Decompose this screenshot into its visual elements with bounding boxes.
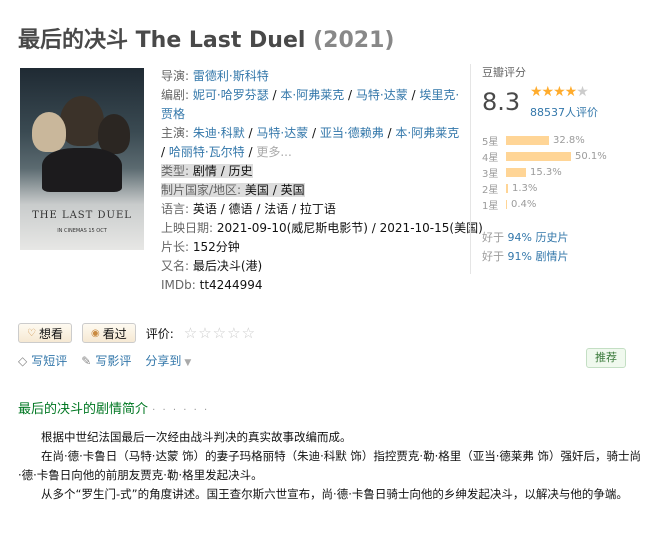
- genre-value: 剧情 / 历史: [192, 164, 253, 178]
- runtime-label: 片长:: [161, 240, 190, 254]
- country-row: 制片国家/地区: 美国 / 英国: [161, 181, 461, 200]
- rating-bar-pct: 50.1%: [575, 150, 607, 162]
- director-label: 导演:: [161, 69, 190, 83]
- rating-bar-star: 5星: [482, 136, 499, 148]
- imdb-row: IMDb: tt4244994: [161, 276, 461, 295]
- cast-link[interactable]: 本·阿弗莱克: [395, 126, 459, 140]
- rating-bar-pct: 0.4%: [511, 198, 537, 210]
- rating-score: 8.3: [482, 88, 521, 116]
- title-year: (2021): [313, 28, 395, 53]
- star-icon: ★★★★: [530, 84, 577, 100]
- rating-bar-star: 1星: [482, 200, 499, 212]
- language-value: 英语 / 德语 / 法语 / 拉丁语: [192, 202, 336, 216]
- rating-distribution: 5星 32.8% 4星 50.1% 3星 15.3% 2星 1.3% 1星 0.4%: [482, 132, 607, 212]
- cast-link[interactable]: 马特·达蒙: [256, 126, 308, 140]
- cast-label: 主演:: [161, 126, 190, 140]
- genre-label: 类型:: [161, 164, 190, 178]
- aka-row: 又名: 最后决斗(港): [161, 257, 461, 276]
- writer-link[interactable]: 本·阿弗莱克: [280, 88, 344, 102]
- rating-count-link[interactable]: 88537人评价: [530, 104, 598, 120]
- writer-link[interactable]: 妮可·哈罗芬瑟: [193, 88, 269, 102]
- your-rating-label: 评价:: [145, 326, 174, 341]
- rating-bar-star: 2星: [482, 184, 499, 196]
- writer-link[interactable]: 马特·达蒙: [356, 88, 408, 102]
- rating-panel: 豆瓣评分 8.3 ★★★★★ 88537人评价 5星 32.8% 4星 50.1% 3星…: [482, 64, 642, 263]
- synopsis-text: 根据中世纪法国最后一次经由战斗判决的真实故事改编而成。 在尚·德·卡鲁日（马特·…: [18, 428, 644, 504]
- poster-date: IN CINEMAS 15 OCT: [57, 228, 107, 234]
- movie-info: 导演: 雷德利·斯科特 编剧: 妮可·哈罗芬瑟 / 本·阿弗莱克 / 马特·达蒙…: [161, 67, 483, 295]
- rating-bar-row: 3星 15.3%: [482, 164, 607, 180]
- rating-bar-row: 5星 32.8%: [482, 132, 607, 148]
- director-link[interactable]: 雷德利·斯科特: [193, 69, 269, 83]
- poster-title: THE LAST DUEL: [32, 210, 132, 221]
- cast-row: 主演: 朱迪·科默 / 马特·达蒙 / 亚当·德赖弗 / 本·阿弗莱克 / 哈丽…: [161, 126, 460, 159]
- comment-icon: ◇: [18, 354, 28, 368]
- writer-row: 编剧: 妮可·哈罗芬瑟 / 本·阿弗莱克 / 马特·达蒙 / 埃里克·贾格: [161, 88, 460, 121]
- release-row: 上映日期: 2021-09-10(威尼斯电影节) / 2021-10-15(美国…: [161, 219, 483, 238]
- rating-bar: [506, 151, 571, 161]
- tool-links: ◇ 写短评 ✎ 写影评 分享到 ▼: [18, 352, 191, 369]
- release-label: 上映日期:: [161, 221, 214, 235]
- rating-bar-row: 1星 0.4%: [482, 196, 607, 212]
- aka-label: 又名:: [161, 259, 190, 273]
- genre-row: 类型: 剧情 / 历史: [161, 162, 461, 181]
- rating-bar-pct: 1.3%: [512, 182, 538, 194]
- runtime-row: 片长: 152分钟: [161, 238, 461, 257]
- rating-bar: [506, 135, 549, 145]
- synopsis-heading: 最后的决斗的剧情简介 · · · · · ·: [18, 402, 210, 417]
- rating-bar-star: 3星: [482, 168, 499, 180]
- better-than: 好于 94% 历史片 好于 91% 剧情片: [482, 228, 568, 266]
- runtime-value: 152分钟: [192, 240, 240, 254]
- cast-more-link[interactable]: 更多...: [256, 145, 291, 159]
- pencil-icon: ✎: [81, 354, 92, 368]
- better-than-row: 好于 91% 剧情片: [482, 250, 569, 263]
- heart-icon: ♡: [27, 327, 36, 339]
- rating-bar: [506, 167, 526, 177]
- rating-bar: [506, 199, 507, 209]
- rating-stars: ★★★★★: [530, 84, 589, 100]
- synopsis-paragraph: 在尚·德·卡鲁日（马特·达蒙 饰）的妻子玛格丽特（朱迪·科默 饰）指控贾克·勒·…: [18, 449, 642, 482]
- cast-link[interactable]: 朱迪·科默: [193, 126, 245, 140]
- write-short-review-link[interactable]: ◇ 写短评: [18, 352, 67, 369]
- language-row: 语言: 英语 / 德语 / 法语 / 拉丁语: [161, 200, 461, 219]
- better-than-row: 好于 94% 历史片: [482, 231, 569, 244]
- country-value: 美国 / 英国: [244, 183, 305, 197]
- writer-label: 编剧:: [161, 88, 190, 102]
- rating-label: 豆瓣评分: [482, 66, 526, 79]
- aka-value: 最后决斗(港): [192, 259, 263, 273]
- better-than-link[interactable]: 94% 历史片: [508, 231, 569, 244]
- country-label: 制片国家/地区:: [161, 183, 242, 197]
- language-label: 语言:: [161, 202, 190, 216]
- rating-bar: [506, 183, 508, 193]
- eye-icon: ◉: [90, 327, 100, 339]
- imdb-value: tt4244994: [199, 278, 263, 292]
- director-row: 导演: 雷德利·斯科特: [161, 67, 461, 86]
- rating-bar-row: 2星 1.3%: [482, 180, 607, 196]
- better-than-link[interactable]: 91% 剧情片: [508, 250, 569, 263]
- your-rating-stars[interactable]: ☆☆☆☆☆: [184, 324, 256, 342]
- write-review-link[interactable]: ✎ 写影评: [81, 352, 131, 369]
- cast-link[interactable]: 哈丽特·瓦尔特: [169, 145, 245, 159]
- page-title: 最后的决斗 The Last Duel (2021): [18, 22, 394, 54]
- movie-poster[interactable]: THE LAST DUEL IN CINEMAS 15 OCT: [20, 68, 144, 250]
- release-value: 2021-09-10(威尼斯电影节) / 2021-10-15(美国): [216, 221, 483, 235]
- chevron-down-icon: ▼: [184, 358, 192, 368]
- synopsis-paragraph: 根据中世纪法国最后一次经由战斗判决的真实故事改编而成。: [41, 430, 352, 444]
- cast-link[interactable]: 亚当·德赖弗: [320, 126, 384, 140]
- share-dropdown[interactable]: 分享到 ▼: [145, 352, 191, 369]
- title-main: 最后的决斗 The Last Duel: [18, 28, 306, 53]
- recommend-button[interactable]: 推荐: [586, 348, 626, 368]
- action-bar: ♡ 想看 ◉ 看过 评价: ☆☆☆☆☆: [18, 323, 256, 343]
- want-to-watch-button[interactable]: ♡ 想看: [18, 323, 72, 343]
- imdb-label: IMDb:: [161, 278, 196, 292]
- divider: [470, 64, 471, 274]
- watched-button[interactable]: ◉ 看过: [81, 323, 136, 343]
- rating-bar-pct: 15.3%: [530, 166, 562, 178]
- synopsis-paragraph: 从多个“罗生门-式”的角度讲述。国王查尔斯六世宣布，尚·德·卡鲁日骑士向他的乡绅…: [41, 487, 628, 501]
- rating-bar-row: 4星 50.1%: [482, 148, 607, 164]
- rating-bar-pct: 32.8%: [553, 134, 585, 146]
- star-empty-icon: ★: [576, 84, 589, 100]
- rating-bar-star: 4星: [482, 152, 499, 164]
